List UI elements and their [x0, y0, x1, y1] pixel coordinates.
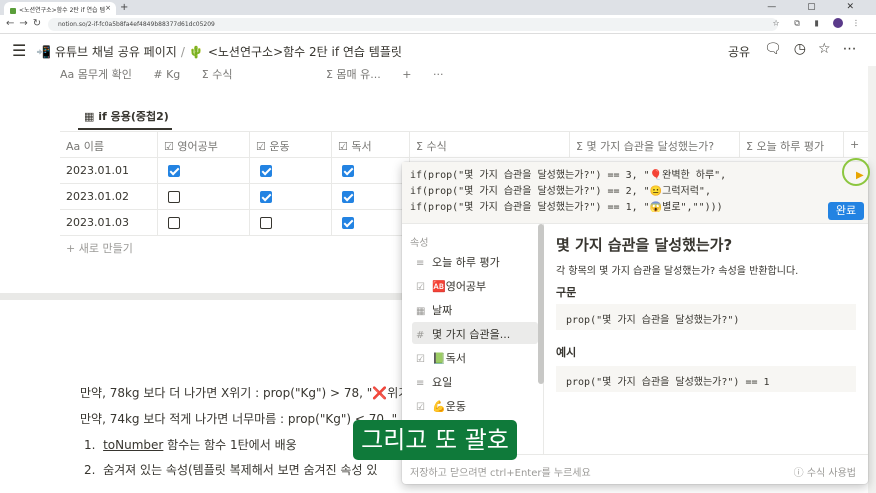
property-item[interactable]: ≡ 오늘 하루 평가 [412, 250, 538, 272]
body-paragraph: 만약, 78kg 보다 더 나가면 X위기 : prop("Kg") > 78,… [80, 386, 410, 400]
notion-topbar: ☰ 📲 유튜브 채널 공유 페이지 / 🌵 <노션연구소>함수 2탄 if 연습 템플릿… [0, 34, 876, 66]
footer-hint: 저장하고 닫으려면 ctrl+Enter를 누르세요 [410, 468, 591, 479]
add-column-button[interactable]: + [402, 68, 411, 81]
divider [0, 293, 406, 300]
table-icon: ▦ [84, 110, 99, 123]
column-header[interactable]: Σ 수식 [202, 68, 233, 81]
column-header[interactable]: # Kg [153, 68, 180, 81]
text-icon: ≡ [416, 378, 425, 389]
done-button[interactable]: 완료 [828, 202, 864, 220]
header-exercise[interactable]: ☑ 운동 [250, 132, 332, 157]
header-habits[interactable]: Σ 몇 가지 습관을 달성했는가? [570, 132, 740, 157]
property-detail: 몇 가지 습관을 달성했는가? 각 항목의 몇 가지 습관을 달성했는가? 속성… [556, 224, 860, 454]
english-checkbox[interactable] [168, 165, 180, 177]
property-item[interactable]: ☑ 📗독서 [412, 346, 538, 368]
address-bar-row: ←→↻ notion.so/2-if-fc0a5b8fa4ef4849b8837… [0, 15, 876, 34]
mouse-cursor-icon: ▶ [856, 170, 864, 181]
syntax-label: 구문 [556, 286, 577, 299]
property-item[interactable]: # 몇 가지 습관을... [412, 322, 538, 344]
window-controls[interactable]: — ▢ ✕ [767, 2, 868, 12]
checkbox-icon: ☑ [416, 354, 425, 365]
header-reading[interactable]: ☑ 독서 [332, 132, 410, 157]
row-name[interactable]: 2023.01.01 [60, 158, 158, 183]
header-evaluation[interactable]: Σ 오늘 하루 평가 [740, 132, 844, 157]
checkbox-icon: ☑ [164, 140, 178, 153]
property-item[interactable]: ☑ 💪운동 [412, 394, 538, 416]
exercise-checkbox[interactable] [260, 191, 272, 203]
breadcrumb: 📲 유튜브 채널 공유 페이지 / 🌵 <노션연구소>함수 2탄 if 연습 템플릿 [36, 43, 406, 60]
list-item: 1. toNumber 함수는 함수 1탄에서 배웅 [84, 438, 297, 452]
table-header-row: Aa 이름 ☑ 영어공부 ☑ 운동 ☑ 독서 Σ 수식 Σ 몇 가지 습관을 달… [60, 132, 870, 158]
number-icon: # [416, 330, 425, 341]
reading-checkbox[interactable] [342, 217, 354, 229]
formula-help-link[interactable]: ⓘ 수식 사용법 [794, 464, 856, 479]
exercise-checkbox[interactable] [260, 165, 272, 177]
more-options-button[interactable]: ··· [433, 68, 444, 81]
browser-chrome: <노션연구소>함수 2탄 if 연습 템 × + — ▢ ✕ ←→↻ notion… [0, 0, 876, 34]
formula-code-input[interactable]: if(prop("몇 가지 습관을 달성했는가?") == 3, "🎈완벽한 하… [402, 162, 868, 224]
checkbox-icon: ☑ [416, 282, 425, 293]
cactus-favicon-icon [10, 7, 16, 14]
video-caption: 그리고 또 괄호 [353, 420, 517, 460]
list-item: 2. 숨겨져 있는 속성(템플릿 복제해서 보면 숨겨진 속성 있 [84, 463, 378, 477]
database-table: Aa 이름 ☑ 영어공부 ☑ 운동 ☑ 독서 Σ 수식 Σ 몇 가지 습관을 달… [60, 131, 870, 236]
english-checkbox[interactable] [168, 191, 180, 203]
breadcrumb-page2[interactable]: <노션연구소>함수 2탄 if 연습 템플릿 [208, 45, 402, 59]
phone-icon: 📲 [36, 45, 51, 59]
syntax-code: prop("몇 가지 습관을 달성했는가?") [556, 304, 856, 330]
property-item[interactable]: ≡ 요일 [412, 370, 538, 392]
tab-underline [78, 128, 172, 130]
new-tab-button[interactable]: + [120, 2, 128, 13]
header-english[interactable]: ☑ 영어공부 [158, 132, 250, 157]
share-button[interactable]: 공유 [728, 43, 750, 60]
tab-title: <노션연구소>함수 2탄 if 연습 템 [19, 7, 106, 14]
database-view-tab[interactable]: ▦ if 응용(중첩2) [84, 108, 169, 124]
nav-buttons[interactable]: ←→↻ [6, 18, 46, 29]
body-paragraph: 만약, 74kg 보다 적게 나가면 너무마름 : prop("Kg") < 7… [80, 412, 398, 426]
cactus-icon: 🌵 [188, 45, 204, 59]
example-code: prop("몇 가지 습관을 달성했는가?") == 1 [556, 366, 856, 392]
property-item[interactable]: ▦ 날짜 [412, 298, 538, 320]
property-list-header: 속성 [410, 238, 429, 249]
breadcrumb-separator: / [180, 45, 185, 59]
tonumber-link[interactable]: toNumber [103, 438, 163, 452]
exercise-checkbox[interactable] [260, 217, 272, 229]
extension-icons[interactable]: ☆ ⧉ ▮ ⋮ [773, 18, 866, 29]
text-icon: ≡ [416, 258, 425, 269]
column-header[interactable]: Σ 몸매 유... [326, 68, 381, 81]
checkbox-icon: ☑ [256, 140, 270, 153]
add-property-button[interactable]: + [844, 132, 870, 157]
column-header[interactable]: Aa 몸무게 확인 [60, 68, 132, 81]
page-scrollbar[interactable] [868, 66, 876, 493]
new-row-button[interactable]: + 새로 만들기 [66, 240, 133, 256]
detail-title: 몇 가지 습관을 달성했는가? [556, 236, 733, 254]
checkbox-icon: ☑ [416, 402, 425, 413]
hamburger-menu-icon[interactable]: ☰ [12, 41, 26, 60]
example-label: 예시 [556, 346, 577, 359]
history-icon[interactable]: ◷ [794, 41, 818, 57]
reading-checkbox[interactable] [342, 191, 354, 203]
reading-checkbox[interactable] [342, 165, 354, 177]
header-name[interactable]: Aa 이름 [60, 132, 158, 157]
browser-tab[interactable]: <노션연구소>함수 2탄 if 연습 템 × [4, 2, 116, 15]
english-checkbox[interactable] [168, 217, 180, 229]
checkbox-icon: ☑ [338, 140, 352, 153]
topbar-icons[interactable]: 🗨◷☆⋯ [764, 41, 869, 57]
star-icon[interactable]: ☆ [818, 41, 843, 57]
row-name[interactable]: 2023.01.02 [60, 184, 158, 209]
avatar[interactable] [833, 18, 844, 28]
url-field[interactable]: notion.so/2-if-fc0a5b8fa4ef4849b88377d61… [48, 18, 778, 31]
breadcrumb-page1[interactable]: 유튜브 채널 공유 페이지 [55, 45, 177, 59]
row-name[interactable]: 2023.01.03 [60, 210, 158, 235]
property-list-scrollbar[interactable] [538, 224, 544, 384]
header-formula[interactable]: Σ 수식 [410, 132, 570, 157]
comment-icon[interactable]: 🗨 [764, 41, 794, 57]
property-item[interactable]: ☑ 🆎영어공부 [412, 274, 538, 296]
more-icon[interactable]: ⋯ [843, 41, 869, 57]
date-icon: ▦ [416, 306, 426, 317]
upper-table-header: Aa 몸무게 확인 # Kg Σ 수식 Σ 몸매 유... + ··· [60, 66, 461, 86]
detail-description: 각 항목의 몇 가지 습관을 달성했는가? 속성을 반환합니다. [556, 266, 799, 277]
close-tab-icon[interactable]: × [105, 4, 111, 12]
